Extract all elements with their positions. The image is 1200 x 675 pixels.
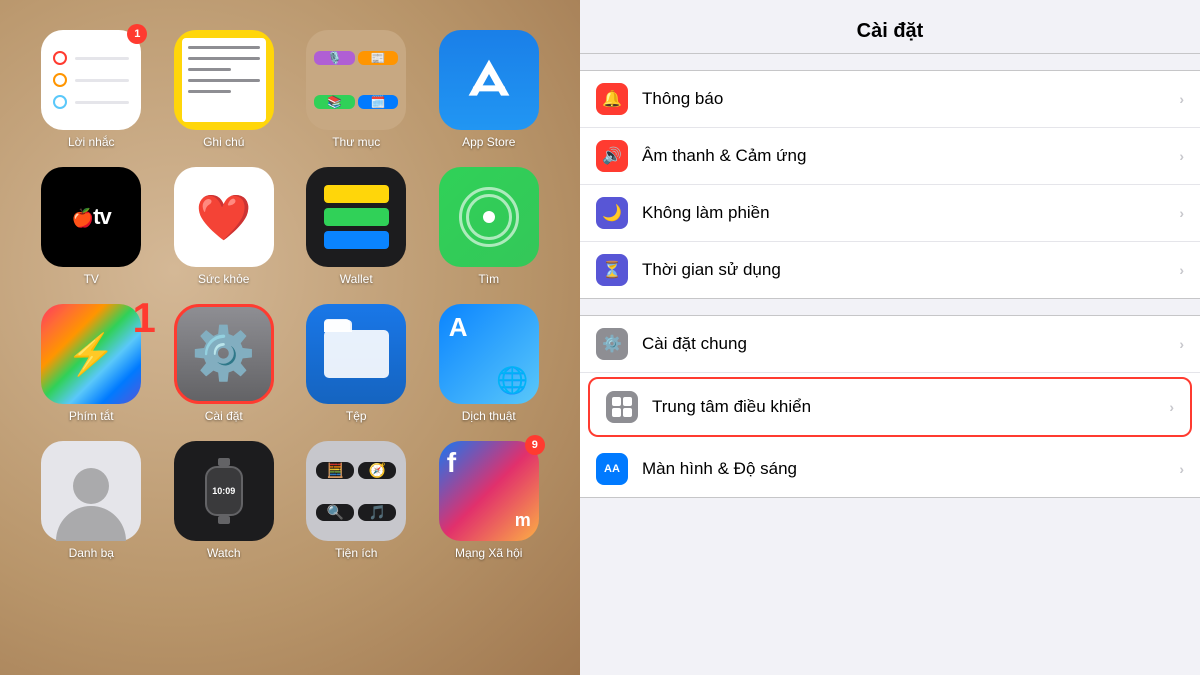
app-social[interactable]: f m 9 Mạng Xã hội xyxy=(428,441,551,560)
app-tv[interactable]: 🍎tv TV xyxy=(30,167,153,286)
settings-title-bar: Cài đặt xyxy=(580,0,1200,54)
sounds-icon: 🔊 xyxy=(596,140,628,172)
reminders-label: Lời nhắc xyxy=(68,135,115,149)
display-icon: AA xyxy=(596,453,628,485)
settings-row-display[interactable]: AA Màn hình & Độ sáng › xyxy=(580,441,1200,497)
display-chevron: › xyxy=(1179,461,1184,477)
appstore-label: App Store xyxy=(462,135,515,149)
screen-time-label: Thời gian sử dụng xyxy=(642,260,1179,280)
focus-chevron: › xyxy=(1179,205,1184,221)
app-wallet[interactable]: Wallet xyxy=(295,167,418,286)
settings-label: Cài đặt xyxy=(205,409,243,423)
control-center-icon xyxy=(606,391,638,423)
find-label: Tìm xyxy=(478,272,499,286)
contacts-label: Danh bạ xyxy=(69,546,114,560)
app-health[interactable]: ❤️ Sức khỏe xyxy=(163,167,286,286)
sounds-label: Âm thanh & Cảm ứng xyxy=(642,146,1179,166)
shortcuts-label: Phím tắt xyxy=(69,409,114,423)
reminders-badge: 1 xyxy=(127,24,147,44)
health-label: Sức khỏe xyxy=(198,272,249,286)
control-center-wrapper: Trung tâm điều khiển › 2 xyxy=(580,377,1200,437)
general-label: Cài đặt chung xyxy=(642,334,1179,354)
utilities-label: Tiện ích xyxy=(335,546,377,560)
phone-screen: 1 Lời nhắc Ghi chú 🎙️ 📰 📚 🗓️ xyxy=(0,0,580,675)
settings-row-focus[interactable]: 🌙 Không làm phiền › xyxy=(580,185,1200,242)
settings-row-control-center[interactable]: Trung tâm điều khiển › xyxy=(588,377,1192,437)
settings-list: 🔔 Thông báo › 🔊 Âm thanh & Cảm ứng › 🌙 K… xyxy=(580,54,1200,675)
app-watch[interactable]: 10:09 Watch xyxy=(163,441,286,560)
settings-page-title: Cài đặt xyxy=(600,20,1180,43)
focus-label: Không làm phiền xyxy=(642,203,1179,223)
settings-section-1: 🔔 Thông báo › 🔊 Âm thanh & Cảm ứng › 🌙 K… xyxy=(580,70,1200,299)
settings-row-notifications[interactable]: 🔔 Thông báo › xyxy=(580,71,1200,128)
step1-label: 1 xyxy=(133,294,156,342)
social-label: Mạng Xã hội xyxy=(455,546,522,560)
app-find[interactable]: Tìm xyxy=(428,167,551,286)
general-icon: ⚙️ xyxy=(596,328,628,360)
settings-row-sounds[interactable]: 🔊 Âm thanh & Cảm ứng › xyxy=(580,128,1200,185)
focus-icon: 🌙 xyxy=(596,197,628,229)
sounds-chevron: › xyxy=(1179,148,1184,164)
screen-time-icon: ⏳ xyxy=(596,254,628,286)
screen-time-chevron: › xyxy=(1179,262,1184,278)
notifications-icon: 🔔 xyxy=(596,83,628,115)
settings-row-screen-time[interactable]: ⏳ Thời gian sử dụng › xyxy=(580,242,1200,298)
notes-label: Ghi chú xyxy=(203,135,244,149)
app-translate[interactable]: A 🌐 Dịch thuật xyxy=(428,304,551,423)
display-label: Màn hình & Độ sáng xyxy=(642,459,1179,479)
settings-row-general[interactable]: ⚙️ Cài đặt chung › xyxy=(580,316,1200,373)
app-reminders[interactable]: 1 Lời nhắc xyxy=(30,30,153,149)
translate-label: Dịch thuật xyxy=(462,409,516,423)
app-contacts[interactable]: Danh bạ xyxy=(30,441,153,560)
notifications-label: Thông báo xyxy=(642,89,1179,109)
app-files[interactable]: Tệp xyxy=(295,304,418,423)
app-grid: 1 Lời nhắc Ghi chú 🎙️ 📰 📚 🗓️ xyxy=(30,20,550,570)
app-settings[interactable]: 1 ⚙️ Cài đặt xyxy=(163,304,286,423)
social-badge: 9 xyxy=(525,435,545,455)
settings-panel: Cài đặt 🔔 Thông báo › 🔊 Âm thanh & Cảm ứ… xyxy=(580,0,1200,675)
settings-section-2: ⚙️ Cài đặt chung › Trung tâm điều k xyxy=(580,315,1200,498)
app-utilities[interactable]: 🧮 🧭 🔍 🎵 Tiện ích xyxy=(295,441,418,560)
files-label: Tệp xyxy=(346,409,367,423)
folder-label: Thư mục xyxy=(332,135,380,149)
app-appstore[interactable]: App Store xyxy=(428,30,551,149)
tv-label: TV xyxy=(84,272,99,286)
wallet-label: Wallet xyxy=(340,272,373,286)
control-center-chevron: › xyxy=(1169,399,1174,415)
notifications-chevron: › xyxy=(1179,91,1184,107)
general-chevron: › xyxy=(1179,336,1184,352)
control-center-label: Trung tâm điều khiển xyxy=(652,397,1169,417)
app-notes[interactable]: Ghi chú xyxy=(163,30,286,149)
app-podcasts-folder[interactable]: 🎙️ 📰 📚 🗓️ Thư mục xyxy=(295,30,418,149)
watch-label: Watch xyxy=(207,546,241,560)
